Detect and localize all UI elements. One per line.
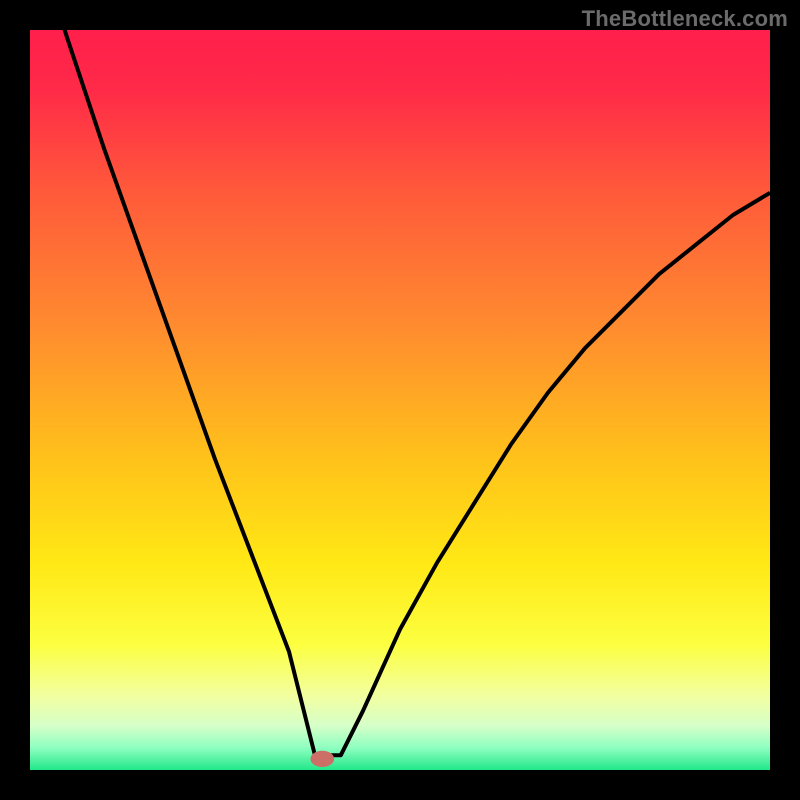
bottleneck-chart (30, 30, 770, 770)
watermark-text: TheBottleneck.com (582, 6, 788, 32)
optimal-point-marker (310, 751, 334, 767)
plot-background (30, 30, 770, 770)
